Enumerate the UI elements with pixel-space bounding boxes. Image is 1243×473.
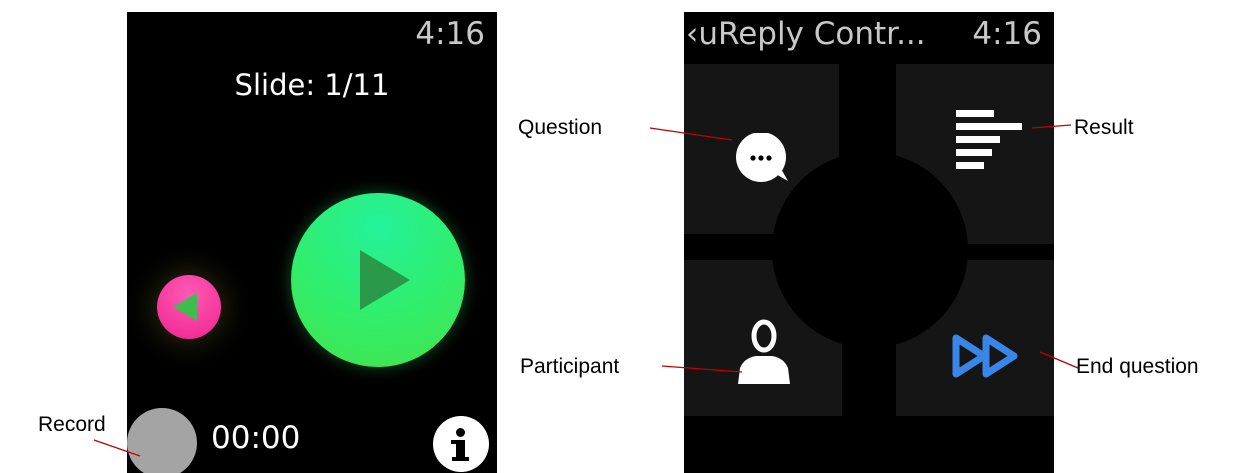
question-label: Question (518, 116, 603, 139)
participant-label: Participant (520, 355, 620, 378)
record-label: Record (38, 413, 106, 436)
result-label: Result (1074, 116, 1134, 139)
annotation-leader-lines (93, 124, 1079, 457)
end-question-label: End question (1076, 355, 1199, 378)
